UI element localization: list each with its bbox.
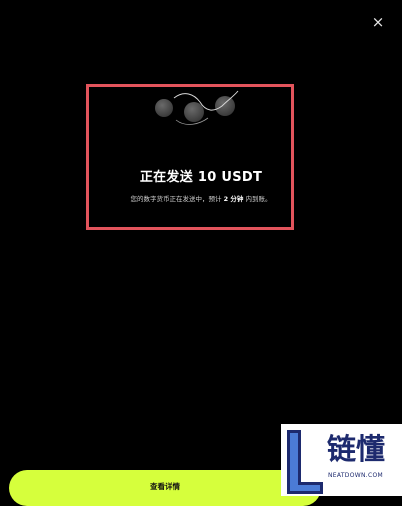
watermark-text: 链懂 bbox=[327, 432, 386, 466]
close-button[interactable]: × bbox=[368, 12, 388, 32]
close-icon: × bbox=[371, 12, 385, 31]
sending-coins-icon bbox=[155, 90, 239, 125]
sending-title: 正在发送 10 USDT bbox=[139, 170, 263, 185]
watermark-l-icon bbox=[287, 430, 323, 494]
view-details-label: 查看详情 bbox=[150, 482, 180, 491]
subtitle-time: 2 分钟 bbox=[223, 195, 244, 203]
subtitle-suffix: 内到账。 bbox=[245, 195, 272, 203]
view-details-button[interactable]: 查看详情 bbox=[9, 470, 321, 506]
watermark-url: NEATDOWN.COM bbox=[328, 472, 383, 479]
sending-subtitle: 您的数字货币正在发送中，预计 2 分钟 内到账。 bbox=[0, 193, 402, 203]
subtitle-prefix: 您的数字货币正在发送中，预计 bbox=[130, 195, 222, 203]
watermark-logo: 链懂 NEATDOWN.COM bbox=[281, 424, 402, 496]
